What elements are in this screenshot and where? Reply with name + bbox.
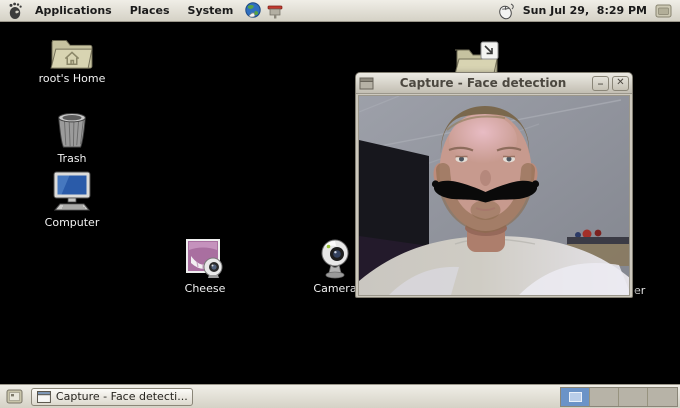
workspace-2[interactable] [590, 388, 619, 406]
menu-applications[interactable]: Applications [26, 0, 121, 21]
menu-places[interactable]: Places [121, 0, 179, 21]
show-desktop-button[interactable] [2, 387, 26, 407]
workspace-window-thumb [569, 392, 582, 402]
workspace-switcher[interactable] [560, 387, 678, 407]
top-panel: Applications Places System [0, 0, 680, 22]
icon-label: root's Home [39, 73, 106, 85]
desktop-icon-cheese[interactable]: Cheese [165, 238, 245, 295]
cheese-icon [184, 238, 226, 280]
icon-label: Computer [45, 217, 100, 229]
icon-label: Cheese [185, 283, 226, 295]
desktop-icon-computer[interactable]: Computer [32, 170, 112, 229]
window-icon [359, 77, 374, 90]
icon-label: Trash [57, 153, 86, 165]
hidden-icon-partial-label: er [634, 284, 645, 297]
computer-icon [48, 170, 96, 214]
desktop-screen: Applications Places System [0, 0, 680, 408]
close-button[interactable]: ✕ [612, 76, 629, 91]
tray-folder-icon[interactable] [653, 1, 673, 21]
panel-clock[interactable]: Sun Jul 29, 8:29 PM [523, 4, 647, 17]
minimize-button[interactable]: _ [592, 76, 609, 91]
webcam-scene [359, 96, 630, 295]
taskbar-task-button[interactable]: Capture - Face detecti... [31, 388, 193, 406]
window-title: Capture - Face detection [377, 76, 589, 90]
tools-launcher-icon[interactable] [265, 1, 285, 21]
web-browser-globe-icon[interactable] [243, 1, 263, 21]
capture-window[interactable]: Capture - Face detection _ ✕ [355, 72, 633, 298]
workspace-1[interactable] [561, 388, 590, 406]
trash-icon [54, 112, 90, 150]
task-label: Capture - Face detecti... [56, 390, 187, 403]
menu-system[interactable]: System [179, 0, 243, 21]
icon-label: Camera [313, 283, 356, 295]
webcam-icon [314, 238, 356, 280]
home-folder-icon [49, 32, 95, 70]
desktop-icon-roots-home[interactable]: root's Home [32, 32, 112, 85]
workspace-4[interactable] [648, 388, 677, 406]
workspace-3[interactable] [619, 388, 648, 406]
titlebar[interactable]: Capture - Face detection _ ✕ [356, 73, 632, 94]
task-window-icon [37, 391, 51, 403]
gnome-foot-icon[interactable] [5, 1, 25, 21]
mouse-icon[interactable] [497, 1, 517, 21]
desktop-icon-trash[interactable]: Trash [32, 112, 112, 165]
webcam-feed [358, 95, 630, 296]
bottom-taskbar: Capture - Face detecti... [0, 384, 680, 408]
panel-right-area: Sun Jul 29, 8:29 PM [496, 1, 676, 21]
